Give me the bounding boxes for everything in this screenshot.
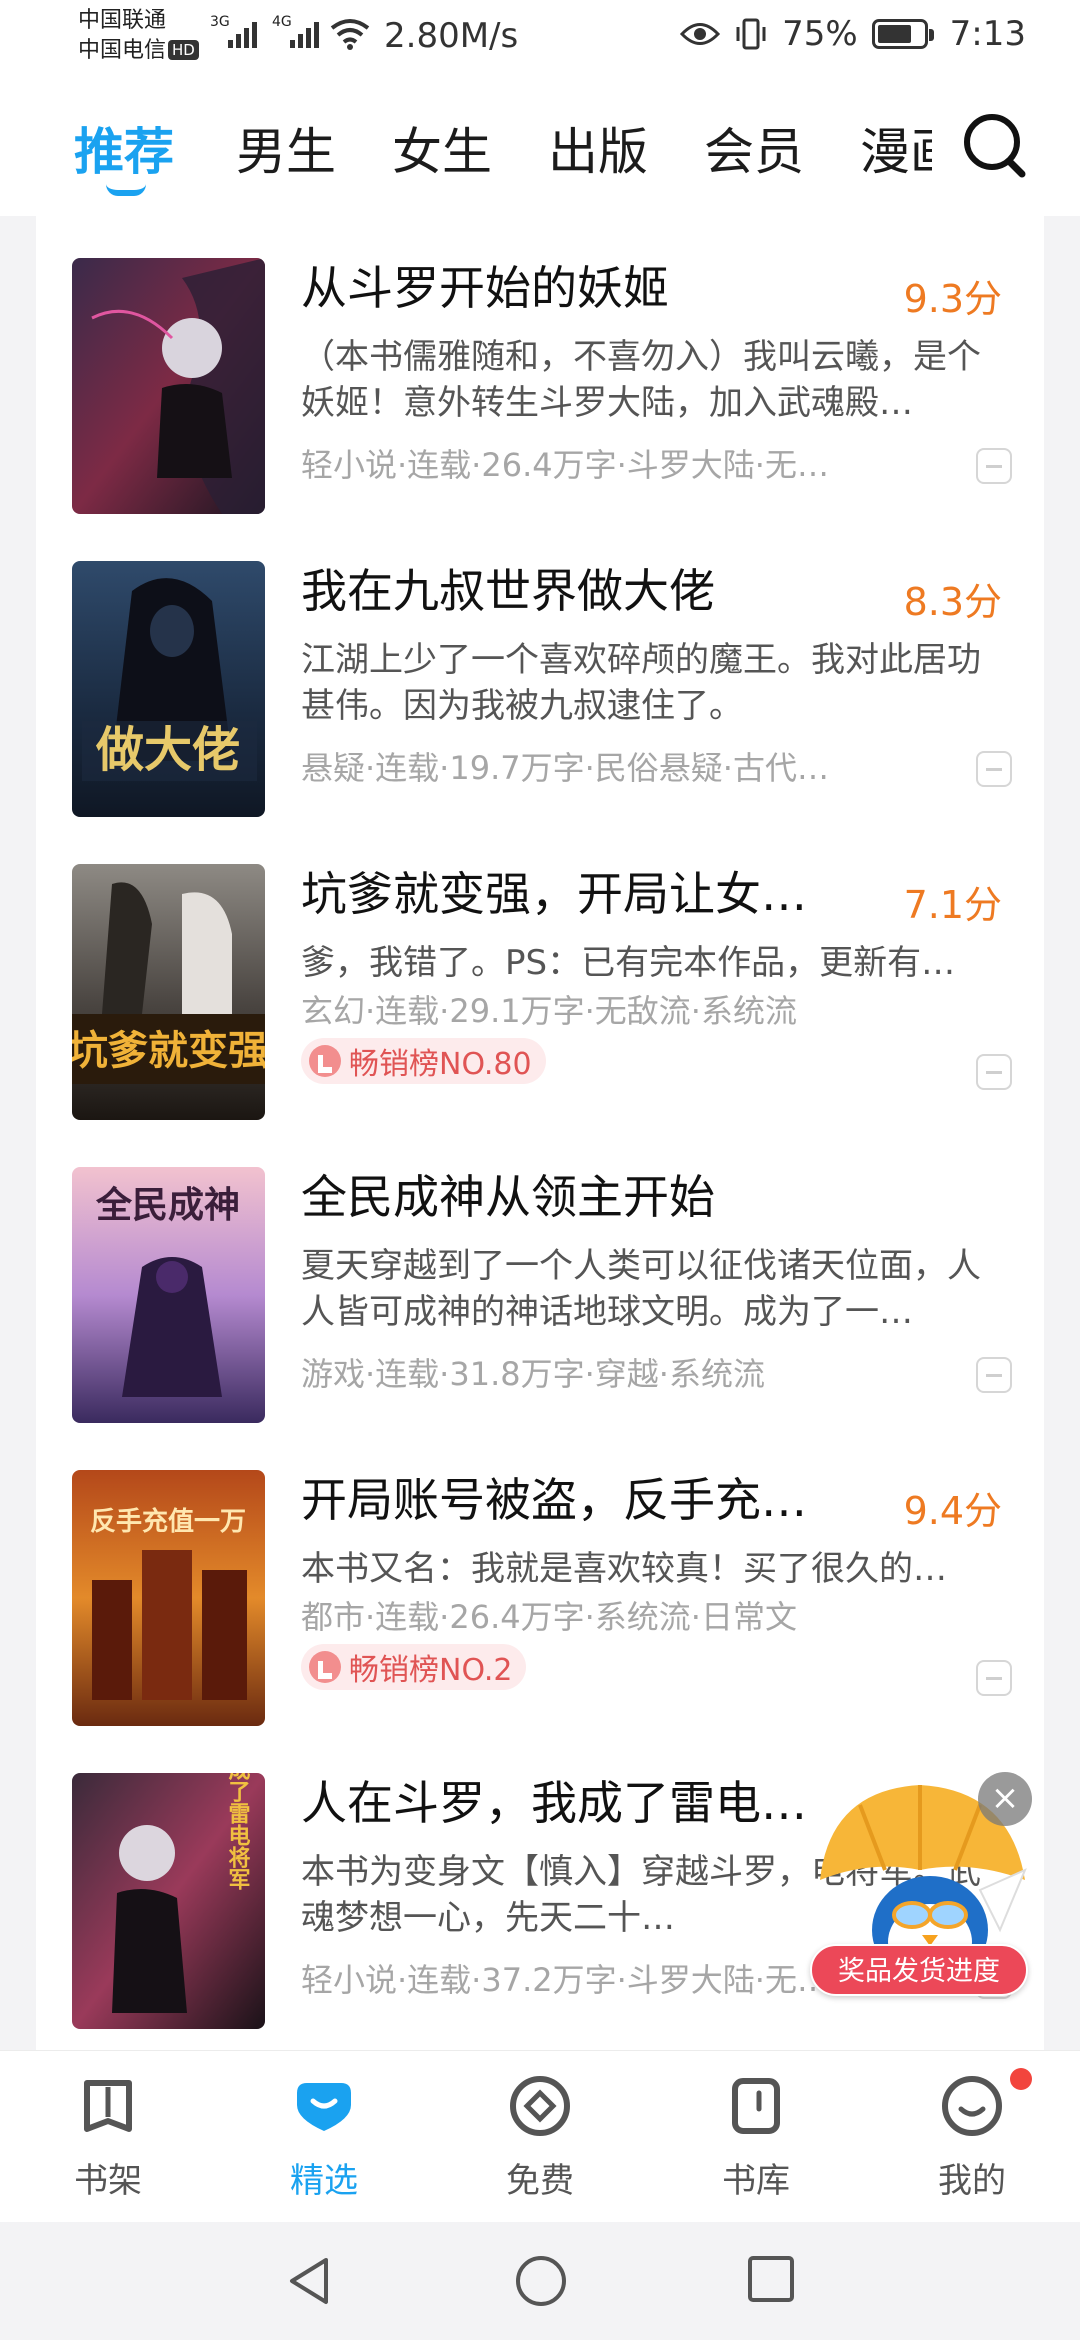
profile-icon bbox=[942, 2076, 1002, 2136]
cover-text: 反手充值一万 bbox=[90, 1506, 246, 1537]
book-title: 坑爹就变强，开局让女… bbox=[301, 867, 807, 921]
nav-label: 精选 bbox=[290, 2161, 358, 2201]
book-cover[interactable]: 做大佬 bbox=[72, 561, 265, 817]
cover-text: 我成了雷电将军 bbox=[225, 1773, 251, 1890]
tab-comics-label: 漫画 bbox=[860, 123, 932, 181]
dislike-button[interactable] bbox=[976, 751, 1012, 787]
tab-male[interactable]: 男生 bbox=[236, 112, 336, 184]
promo-label-button[interactable]: 奖品发货进度 bbox=[810, 1944, 1028, 1996]
vibrate-icon bbox=[736, 18, 766, 50]
nav-profile[interactable]: 我的 bbox=[902, 2071, 1042, 2202]
book-description: 江湖上少了一个喜欢碎颅的魔王。我对此居功甚伟。因为我被九叔逮住了。 bbox=[301, 640, 981, 726]
ranking-icon bbox=[309, 1045, 341, 1077]
dislike-button[interactable] bbox=[976, 448, 1012, 484]
status-bar: 中国联通 中国电信 HD 3G 4G 2.80M/s 75% 7:13 bbox=[0, 0, 1080, 72]
book-meta: 玄幻·连载·29.1万字·无敌流·系统流 bbox=[301, 992, 797, 1030]
book-cover[interactable]: 坑爹就变强 bbox=[72, 864, 265, 1120]
cover-text: 全民成神 bbox=[95, 1184, 240, 1226]
tab-vip[interactable]: 会员 bbox=[704, 112, 804, 184]
ranking-icon bbox=[309, 1651, 341, 1683]
network-type-1: 3G bbox=[210, 14, 230, 30]
signal-icon bbox=[290, 18, 319, 48]
battery-icon bbox=[871, 19, 934, 49]
book-title: 全民成神从领主开始 bbox=[301, 1170, 715, 1224]
top-category-tabs: 推荐 男生 女生 出版 会员 漫画 bbox=[0, 72, 1080, 216]
tab-comics[interactable]: 漫画 bbox=[860, 112, 932, 182]
dislike-button[interactable] bbox=[976, 1357, 1012, 1393]
nav-label: 书架 bbox=[74, 2161, 142, 2201]
nav-label: 书库 bbox=[722, 2161, 790, 2201]
tab-recommend[interactable]: 推荐 bbox=[74, 112, 174, 184]
bestseller-rank: 畅销榜NO.2 bbox=[349, 1653, 513, 1688]
book-title: 开局账号被盗，反手充… bbox=[301, 1473, 807, 1527]
cover-text: 坑爹就变强 bbox=[72, 1028, 265, 1074]
bookshelf-icon bbox=[84, 2080, 132, 2132]
book-score: 7.1分 bbox=[903, 883, 1002, 927]
book-item[interactable]: 坑爹就变强 坑爹就变强，开局让女… 7.1分 爹，我错了。PS：已有完本作品，更… bbox=[36, 822, 1044, 1125]
eye-icon bbox=[680, 23, 721, 45]
promo-close-button[interactable]: × bbox=[978, 1772, 1032, 1826]
book-cover[interactable]: 反手充值一万 bbox=[72, 1470, 265, 1726]
signal-icon bbox=[228, 18, 257, 48]
library-icon bbox=[732, 2078, 780, 2134]
battery-percent: 75% bbox=[782, 14, 858, 54]
book-cover[interactable] bbox=[72, 258, 265, 514]
free-icon bbox=[510, 2076, 570, 2136]
back-icon[interactable] bbox=[284, 2254, 334, 2308]
clock: 7:13 bbox=[949, 14, 1026, 54]
home-icon[interactable] bbox=[514, 2254, 568, 2308]
nav-free[interactable]: 免费 bbox=[470, 2071, 610, 2202]
network-speed: 2.80M/s bbox=[384, 16, 519, 56]
book-score: 9.4分 bbox=[903, 1489, 1002, 1533]
network-type-2: 4G bbox=[272, 14, 292, 30]
book-meta: 游戏·连载·31.8万字·穿越·系统流 bbox=[301, 1355, 765, 1393]
recents-icon[interactable] bbox=[746, 2254, 796, 2304]
dislike-button[interactable] bbox=[976, 1054, 1012, 1090]
book-meta: 都市·连载·26.4万字·系统流·日常文 bbox=[301, 1598, 797, 1636]
book-item[interactable]: 全民成神 全民成神从领主开始 夏天穿越到了一个人类可以征伐诸天位面，人人皆可成神… bbox=[36, 1125, 1044, 1428]
book-item[interactable]: 做大佬 我在九叔世界做大佬 8.3分 江湖上少了一个喜欢碎颅的魔王。我对此居功甚… bbox=[36, 519, 1044, 822]
featured-icon bbox=[297, 2083, 351, 2131]
carrier-info: 中国联通 中国电信 HD bbox=[78, 6, 199, 66]
nav-bookshelf[interactable]: 书架 bbox=[38, 2071, 178, 2202]
carrier-2: 中国电信 bbox=[78, 38, 167, 63]
search-icon[interactable] bbox=[960, 110, 1030, 182]
book-score: 8.3分 bbox=[903, 580, 1002, 624]
bestseller-rank: 畅销榜NO.80 bbox=[349, 1047, 532, 1082]
bottom-navigation: 书架 精选 免费 书库 我的 bbox=[0, 2050, 1080, 2222]
book-title: 我在九叔世界做大佬 bbox=[301, 564, 715, 618]
cover-text: 做大佬 bbox=[95, 722, 240, 778]
book-item[interactable]: 反手充值一万 开局账号被盗，反手充… 9.4分 本书又名：我就是喜欢较真！买了很… bbox=[36, 1428, 1044, 1731]
nav-label: 免费 bbox=[506, 2161, 574, 2201]
book-description: 夏天穿越到了一个人类可以征伐诸天位面，人人皆可成神的神话地球文明。成为了一… bbox=[301, 1246, 981, 1332]
book-item[interactable]: 从斗罗开始的妖姬 9.3分 （本书儒雅随和，不喜勿入）我叫云曦，是个妖姬！意外转… bbox=[36, 216, 1044, 519]
book-title: 人在斗罗，我成了雷电… bbox=[301, 1776, 807, 1830]
book-cover[interactable]: 全民成神 bbox=[72, 1167, 265, 1423]
book-meta: 悬疑·连载·19.7万字·民俗悬疑·古代… bbox=[301, 749, 829, 787]
system-navigation-bar bbox=[0, 2222, 1080, 2340]
wifi-icon bbox=[330, 19, 370, 50]
nav-label: 我的 bbox=[938, 2161, 1006, 2201]
book-cover[interactable]: 我成了雷电将军 bbox=[72, 1773, 265, 2029]
tab-active-indicator bbox=[106, 184, 146, 196]
bestseller-badge: 畅销榜NO.2 bbox=[301, 1644, 527, 1690]
book-description: 爹，我错了。PS：已有完本作品，更新有… bbox=[301, 943, 956, 983]
book-score: 9.3分 bbox=[903, 277, 1002, 321]
book-title: 从斗罗开始的妖姬 bbox=[301, 261, 669, 315]
carrier-1: 中国联通 bbox=[78, 8, 167, 33]
nav-library[interactable]: 书库 bbox=[686, 2071, 826, 2202]
dislike-button[interactable] bbox=[976, 1660, 1012, 1696]
bestseller-badge: 畅销榜NO.80 bbox=[301, 1038, 546, 1084]
book-description: （本书儒雅随和，不喜勿入）我叫云曦，是个妖姬！意外转生斗罗大陆，加入武魂殿… bbox=[301, 337, 981, 423]
hd-badge: HD bbox=[168, 40, 199, 60]
nav-featured[interactable]: 精选 bbox=[254, 2071, 394, 2202]
notification-dot bbox=[1010, 2068, 1032, 2090]
tab-publish[interactable]: 出版 bbox=[548, 112, 648, 184]
tab-female[interactable]: 女生 bbox=[392, 112, 492, 184]
book-description: 本书又名：我就是喜欢较真！买了很久的… bbox=[301, 1549, 947, 1589]
book-meta: 轻小说·连载·26.4万字·斗罗大陆·无… bbox=[301, 446, 829, 484]
